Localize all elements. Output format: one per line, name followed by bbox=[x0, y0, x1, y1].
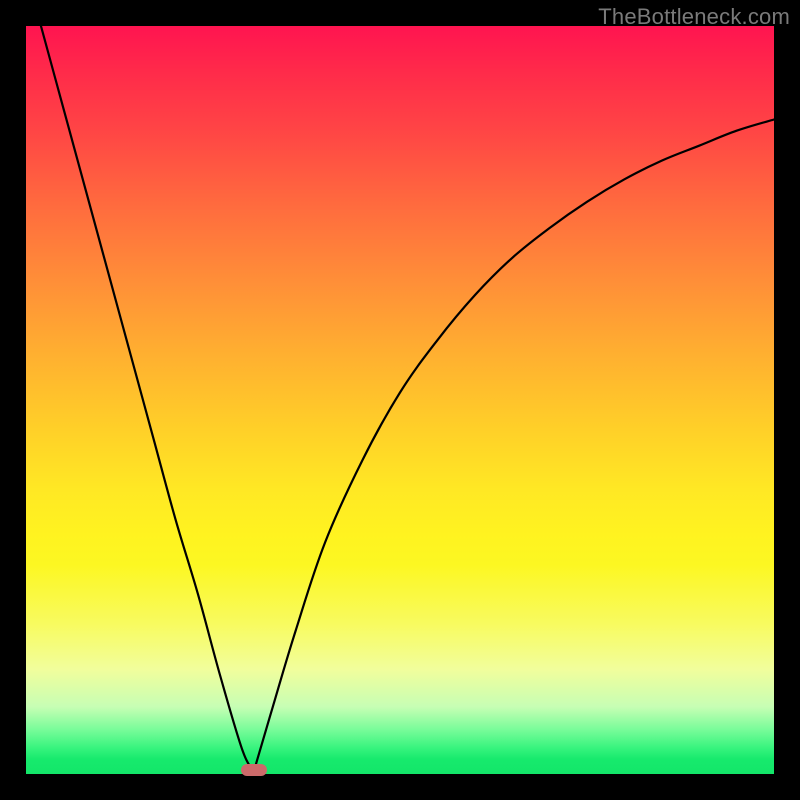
curve-left-branch bbox=[41, 26, 254, 770]
outer-frame: TheBottleneck.com bbox=[0, 0, 800, 800]
curve-right-branch bbox=[254, 120, 774, 771]
minimum-marker bbox=[241, 764, 267, 776]
watermark-text: TheBottleneck.com bbox=[598, 4, 790, 30]
chart-plot-area bbox=[26, 26, 774, 774]
bottleneck-curve bbox=[26, 26, 774, 774]
